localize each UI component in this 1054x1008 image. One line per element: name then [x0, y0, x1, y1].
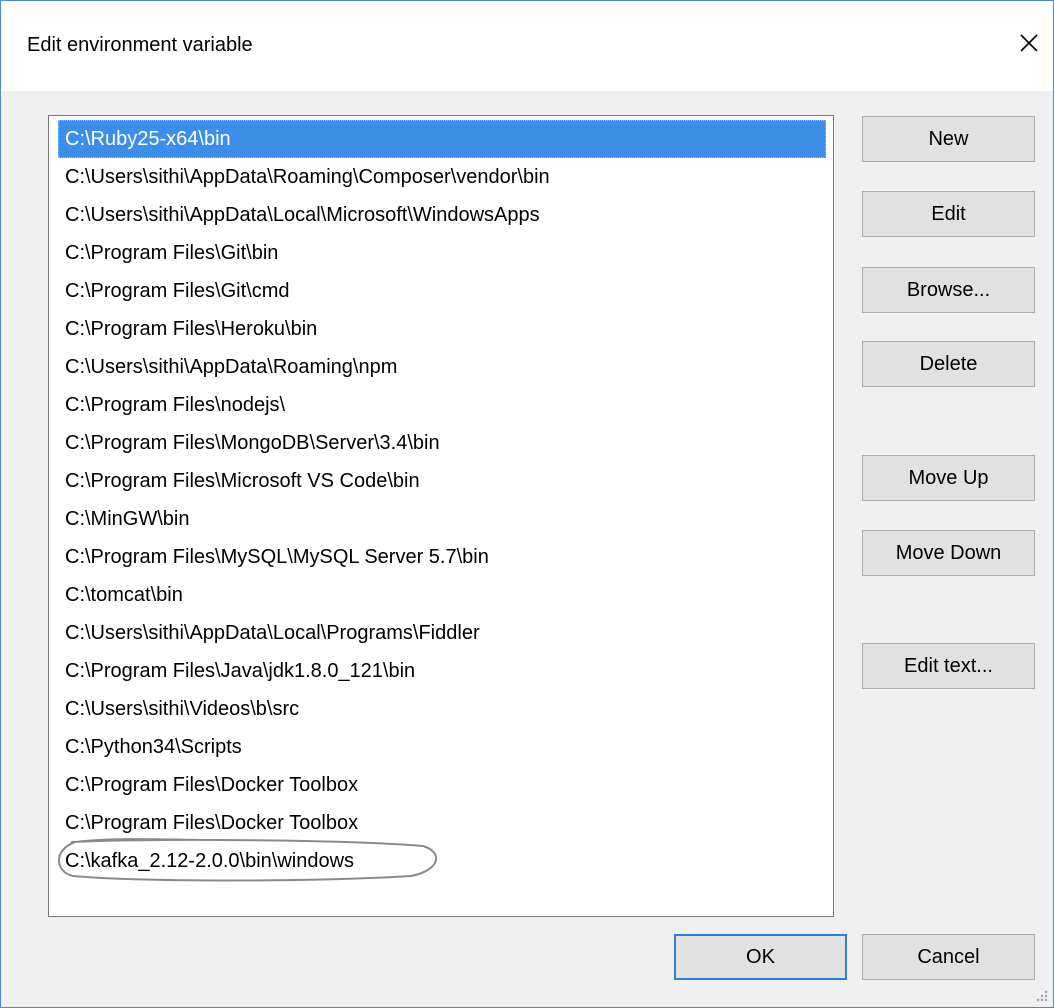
list-item[interactable]: C:\Program Files\Docker Toolbox [58, 766, 826, 804]
list-item[interactable]: C:\Program Files\MongoDB\Server\3.4\bin [58, 424, 826, 462]
list-item[interactable]: C:\Users\sithi\AppData\Roaming\Composer\… [58, 158, 826, 196]
list-item[interactable]: C:\MinGW\bin [58, 500, 826, 538]
title-bar: Edit environment variable [1, 1, 1053, 91]
list-item[interactable]: C:\kafka_2.12-2.0.0\bin\windows [58, 838, 826, 882]
list-item-selected[interactable]: C:\Ruby25-x64\bin [58, 120, 826, 158]
path-list[interactable]: C:\Ruby25-x64\bin C:\Users\sithi\AppData\… [48, 115, 834, 917]
dialog-title: Edit environment variable [27, 34, 253, 56]
edit-text-button[interactable]: Edit text... [862, 643, 1035, 689]
list-item[interactable]: C:\Users\sithi\AppData\Local\Microsoft\W… [58, 196, 826, 234]
list-item[interactable]: C:\Program Files\Heroku\bin [58, 310, 826, 348]
close-icon [1020, 34, 1038, 52]
move-up-button[interactable]: Move Up [862, 455, 1035, 501]
hand-drawn-circle-annotation [58, 838, 438, 882]
move-down-button[interactable]: Move Down [862, 530, 1035, 576]
cancel-button[interactable]: Cancel [862, 934, 1035, 980]
delete-button[interactable]: Delete [862, 341, 1035, 387]
list-item[interactable]: C:\Program Files\MySQL\MySQL Server 5.7\… [58, 538, 826, 576]
list-item[interactable]: C:\Program Files\Git\bin [58, 234, 826, 272]
list-item[interactable]: C:\Python34\Scripts [58, 728, 826, 766]
list-item[interactable]: C:\Program Files\Git\cmd [58, 272, 826, 310]
list-item[interactable]: C:\Users\sithi\Videos\b\src [58, 690, 826, 728]
new-button[interactable]: New [862, 116, 1035, 162]
resize-grip-icon[interactable] [1033, 987, 1049, 1003]
list-item[interactable]: C:\Program Files\Java\jdk1.8.0_121\bin [58, 652, 826, 690]
edit-button[interactable]: Edit [862, 191, 1035, 237]
list-item[interactable]: C:\Users\sithi\AppData\Local\Programs\Fi… [58, 614, 826, 652]
close-button[interactable] [1011, 25, 1047, 61]
list-item[interactable]: C:\tomcat\bin [58, 576, 826, 614]
list-item[interactable]: C:\Program Files\Microsoft VS Code\bin [58, 462, 826, 500]
edit-environment-variable-dialog: Edit environment variable C:\Ruby25-x64\… [0, 0, 1054, 1008]
list-item[interactable]: C:\Program Files\Docker Toolbox [58, 804, 826, 842]
dialog-client-area: C:\Ruby25-x64\bin C:\Users\sithi\AppData\… [1, 91, 1053, 1007]
list-item[interactable]: C:\Program Files\nodejs\ [58, 386, 826, 424]
list-item[interactable]: C:\Users\sithi\AppData\Roaming\npm [58, 348, 826, 386]
ok-button[interactable]: OK [674, 934, 847, 980]
browse-button[interactable]: Browse... [862, 267, 1035, 313]
